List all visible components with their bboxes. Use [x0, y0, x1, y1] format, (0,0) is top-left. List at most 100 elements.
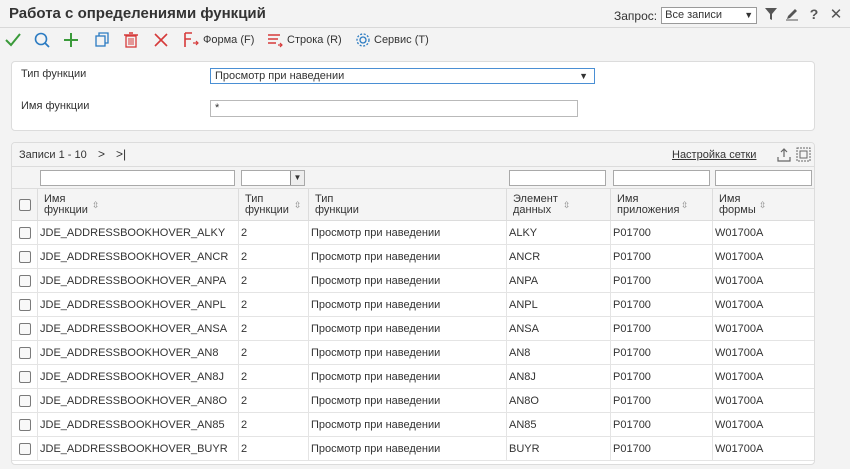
close-window-icon[interactable]: ✕ — [828, 6, 844, 23]
expand-icon[interactable] — [796, 147, 811, 165]
edit-icon[interactable] — [784, 6, 800, 22]
column-form-name[interactable]: Имя формы ⇳ — [713, 189, 814, 221]
cancel-button[interactable] — [152, 30, 170, 50]
form-menu-label: Форма (F) — [203, 34, 255, 46]
table-row[interactable]: JDE_ADDRESSBOOKHOVER_ANPL 2 Просмотр при н… — [12, 293, 814, 317]
row-select-cell — [12, 269, 38, 293]
cell-function-name[interactable]: JDE_ADDRESSBOOKHOVER_AN8J — [38, 365, 239, 389]
row-checkbox[interactable] — [19, 227, 31, 239]
cell-form-name: W01700A — [715, 323, 764, 335]
row-select-cell — [12, 341, 38, 365]
cell-application-name: P01700 — [611, 341, 713, 365]
cell-function-type-code: 2 — [239, 341, 309, 365]
column-function-type-code[interactable]: Тип функции ⇳ — [239, 189, 309, 221]
select-all-cell — [12, 189, 38, 221]
cell-function-name[interactable]: JDE_ADDRESSBOOKHOVER_ANPL — [38, 293, 239, 317]
delete-button[interactable] — [122, 30, 140, 50]
table-row[interactable]: JDE_ADDRESSBOOKHOVER_ANSA 2 Просмотр при н… — [12, 317, 814, 341]
row-checkbox[interactable] — [19, 347, 31, 359]
cell-data-element: ALKY — [507, 221, 611, 245]
query-select[interactable]: Все записи ▼ — [661, 7, 758, 24]
cell-application-name: P01700 — [611, 389, 713, 413]
last-page-icon[interactable]: >| — [116, 147, 126, 161]
row-select-cell — [12, 413, 38, 437]
row-checkbox[interactable] — [19, 323, 31, 335]
filter-data-element[interactable] — [509, 170, 606, 186]
filter-icon[interactable] — [763, 6, 779, 22]
cell-form-name: W01700A — [715, 347, 764, 359]
row-checkbox[interactable] — [19, 275, 31, 287]
cell-function-name[interactable]: JDE_ADDRESSBOOKHOVER_ANPA — [38, 269, 239, 293]
cell-data-element: AN8J — [507, 365, 611, 389]
sort-icon[interactable]: ⇳ — [92, 200, 100, 211]
cell-form-name: W01700A — [715, 251, 764, 263]
table-row[interactable]: JDE_ADDRESSBOOKHOVER_AN8 2 Просмотр при на… — [12, 341, 814, 365]
export-icon[interactable] — [776, 147, 792, 166]
row-checkbox[interactable] — [19, 419, 31, 431]
search-icon — [34, 32, 50, 48]
column-function-name[interactable]: Имя функции ⇳ — [38, 189, 239, 221]
row-menu-button[interactable]: Строка (R) — [266, 30, 342, 50]
function-type-label: Тип функции — [21, 68, 87, 80]
cell-function-name[interactable]: JDE_ADDRESSBOOKHOVER_AN8 — [38, 341, 239, 365]
cell-form-name: W01700A — [715, 395, 764, 407]
table-row[interactable]: JDE_ADDRESSBOOKHOVER_BUYR 2 Просмотр при н… — [12, 437, 814, 461]
service-menu-button[interactable]: Сервис (T) — [355, 30, 429, 50]
table-row[interactable]: JDE_ADDRESSBOOKHOVER_AN8J 2 Просмотр при н… — [12, 365, 814, 389]
ok-button[interactable] — [4, 30, 22, 50]
cell-function-type: Просмотр при наведении — [309, 269, 507, 293]
cell-function-name[interactable]: JDE_ADDRESSBOOKHOVER_AN8O — [38, 389, 239, 413]
form-menu-button[interactable]: Форма (F) — [182, 30, 254, 50]
column-label: функции — [245, 204, 289, 216]
filter-application-name[interactable] — [613, 170, 710, 186]
cell-function-name[interactable]: JDE_ADDRESSBOOKHOVER_ALKY — [38, 221, 239, 245]
cell-form-name: W01700A — [715, 299, 764, 311]
service-menu-label: Сервис (T) — [374, 34, 429, 46]
grid-settings-link[interactable]: Настройка сетки — [672, 149, 756, 161]
filter-function-type-code[interactable]: ▼ — [241, 170, 305, 186]
table-row[interactable]: JDE_ADDRESSBOOKHOVER_ANCR 2 Просмотр при н… — [12, 245, 814, 269]
table-row[interactable]: JDE_ADDRESSBOOKHOVER_AN85 2 Просмотр при н… — [12, 413, 814, 437]
table-row[interactable]: JDE_ADDRESSBOOKHOVER_ALKY 2 Просмотр при н… — [12, 221, 814, 245]
cell-function-name[interactable]: JDE_ADDRESSBOOKHOVER_ANCR — [38, 245, 239, 269]
sort-icon[interactable]: ⇳ — [563, 200, 571, 211]
grid-column-header: Имя функции ⇳ Тип функции ⇳ Тип функции Эле… — [12, 189, 814, 221]
cell-data-element: ANSA — [507, 317, 611, 341]
column-label: формы — [719, 204, 756, 216]
column-application-name[interactable]: Имя приложения ⇳ — [611, 189, 713, 221]
function-type-select[interactable]: Просмотр при наведении ▼ — [210, 68, 595, 84]
copy-button[interactable] — [93, 30, 111, 50]
row-checkbox[interactable] — [19, 371, 31, 383]
next-page-icon[interactable]: > — [98, 147, 105, 161]
cell-function-name[interactable]: JDE_ADDRESSBOOKHOVER_BUYR — [38, 437, 239, 461]
row-checkbox[interactable] — [19, 251, 31, 263]
cell-function-name[interactable]: JDE_ADDRESSBOOKHOVER_AN85 — [38, 413, 239, 437]
table-row[interactable]: JDE_ADDRESSBOOKHOVER_AN8O 2 Просмотр при н… — [12, 389, 814, 413]
sort-icon[interactable]: ⇳ — [759, 200, 767, 211]
column-label: данных — [513, 204, 552, 216]
row-checkbox[interactable] — [19, 395, 31, 407]
filter-form-name[interactable] — [715, 170, 812, 186]
sort-icon[interactable]: ⇳ — [294, 200, 302, 211]
help-icon[interactable]: ? — [806, 6, 822, 22]
add-button[interactable] — [62, 30, 80, 50]
row-select-cell — [12, 437, 38, 461]
table-row[interactable]: JDE_ADDRESSBOOKHOVER_ANPA 2 Просмотр при н… — [12, 269, 814, 293]
row-checkbox[interactable] — [19, 299, 31, 311]
cell-function-type-code: 2 — [239, 389, 309, 413]
row-icon — [268, 34, 283, 48]
function-name-input[interactable]: * — [210, 100, 578, 117]
select-all-checkbox[interactable] — [19, 199, 31, 211]
cell-form-name: W01700A — [715, 227, 764, 239]
column-data-element[interactable]: Элемент данных ⇳ — [507, 189, 611, 221]
column-label: функции — [315, 204, 359, 216]
row-select-cell — [12, 317, 38, 341]
find-button[interactable] — [33, 30, 51, 50]
filter-function-name[interactable] — [40, 170, 235, 186]
row-checkbox[interactable] — [19, 443, 31, 455]
cell-data-element: AN85 — [507, 413, 611, 437]
column-function-type[interactable]: Тип функции — [309, 189, 507, 221]
sort-icon[interactable]: ⇳ — [681, 200, 689, 211]
cell-data-element: BUYR — [507, 437, 611, 461]
cell-function-name[interactable]: JDE_ADDRESSBOOKHOVER_ANSA — [38, 317, 239, 341]
